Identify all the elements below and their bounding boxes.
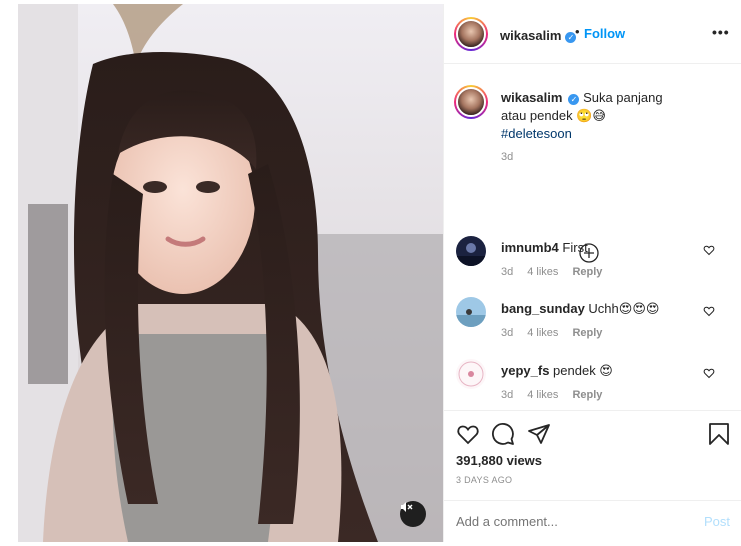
add-comment-bar: Post — [444, 500, 741, 542]
comment-body: bang_sunday Uchh😍😍😍 — [501, 301, 659, 317]
mute-toggle-button[interactable] — [400, 501, 426, 527]
post-caption: wikasalim ✓ Suka panjang atau pendek 🙄😅 #… — [501, 89, 681, 143]
comment-item: bang_sunday Uchh😍😍😍 3d 4 likes Reply — [444, 297, 741, 357]
comment-text: Uchh😍😍😍 — [588, 301, 660, 316]
comment-body: imnumb4 First — [501, 240, 588, 255]
heart-icon[interactable] — [703, 244, 715, 256]
comment-time: 3d — [501, 266, 514, 278]
view-count[interactable]: 391,880 views — [456, 453, 542, 468]
reply-button[interactable]: Reply — [572, 327, 602, 339]
commenter-username[interactable]: bang_sunday — [501, 301, 585, 316]
paper-plane-icon[interactable] — [527, 422, 551, 446]
author-avatar[interactable] — [454, 17, 488, 51]
post-timestamp: 3 DAYS AGO — [456, 475, 513, 485]
comment-likes[interactable]: 4 likes — [527, 327, 558, 339]
post-video[interactable] — [18, 4, 443, 542]
post-comment-button[interactable]: Post — [704, 514, 730, 529]
commenter-avatar[interactable] — [456, 359, 486, 389]
follow-button[interactable]: Follow — [584, 26, 625, 41]
comment-meta: 3d 4 likes Reply — [501, 327, 616, 339]
more-options-icon[interactable]: ••• — [712, 24, 730, 40]
caption-author-avatar[interactable] — [454, 85, 488, 119]
reply-button[interactable]: Reply — [572, 389, 602, 401]
verified-badge-icon: ✓ — [568, 94, 580, 105]
commenter-avatar[interactable] — [456, 236, 486, 266]
comment-time: 3d — [501, 327, 514, 339]
comment-item: imnumb4 First 3d 4 likes Reply — [444, 236, 741, 296]
comment-item: yepy_fs pendek 😍 3d 4 likes Reply — [444, 359, 741, 410]
commenter-username[interactable]: imnumb4 — [501, 240, 559, 255]
speaker-muted-icon — [401, 502, 413, 512]
comment-likes[interactable]: 4 likes — [527, 389, 558, 401]
author-username[interactable]: wikasalim — [500, 28, 561, 43]
separator-dot: • — [575, 24, 580, 39]
comment-body: yepy_fs pendek 😍 — [501, 363, 613, 379]
comment-likes[interactable]: 4 likes — [527, 266, 558, 278]
commenter-username[interactable]: yepy_fs — [501, 363, 549, 378]
post-side-panel: wikasalim ✓ • Follow ••• wikasalim ✓ Suka … — [443, 4, 741, 542]
bookmark-icon[interactable] — [707, 422, 731, 446]
reply-button[interactable]: Reply — [572, 266, 602, 278]
comment-time: 3d — [501, 389, 514, 401]
action-bar: 391,880 views 3 DAYS AGO — [444, 410, 741, 500]
post-header: wikasalim ✓ • Follow ••• — [444, 4, 741, 64]
comment-meta: 3d 4 likes Reply — [501, 266, 616, 278]
comment-meta: 3d 4 likes Reply — [501, 389, 616, 401]
comments-section[interactable]: wikasalim ✓ Suka panjang atau pendek 🙄😅 #… — [444, 64, 741, 410]
instagram-post-view: wikasalim ✓ • Follow ••• wikasalim ✓ Suka … — [0, 0, 741, 546]
commenter-avatar[interactable] — [456, 297, 486, 327]
heart-icon[interactable] — [703, 367, 715, 379]
heart-icon[interactable] — [456, 422, 480, 446]
comment-icon[interactable] — [491, 422, 515, 446]
caption-time: 3d — [501, 151, 514, 163]
heart-icon[interactable] — [703, 305, 715, 317]
comment-text: First — [562, 240, 588, 255]
add-comment-input[interactable] — [456, 514, 676, 529]
hashtag-link[interactable]: #deletesoon — [501, 126, 572, 141]
comment-text: pendek 😍 — [553, 363, 613, 378]
caption-username[interactable]: wikasalim — [501, 90, 562, 105]
video-frame-illustration — [18, 4, 443, 542]
author-name-row: wikasalim ✓ — [500, 27, 577, 45]
